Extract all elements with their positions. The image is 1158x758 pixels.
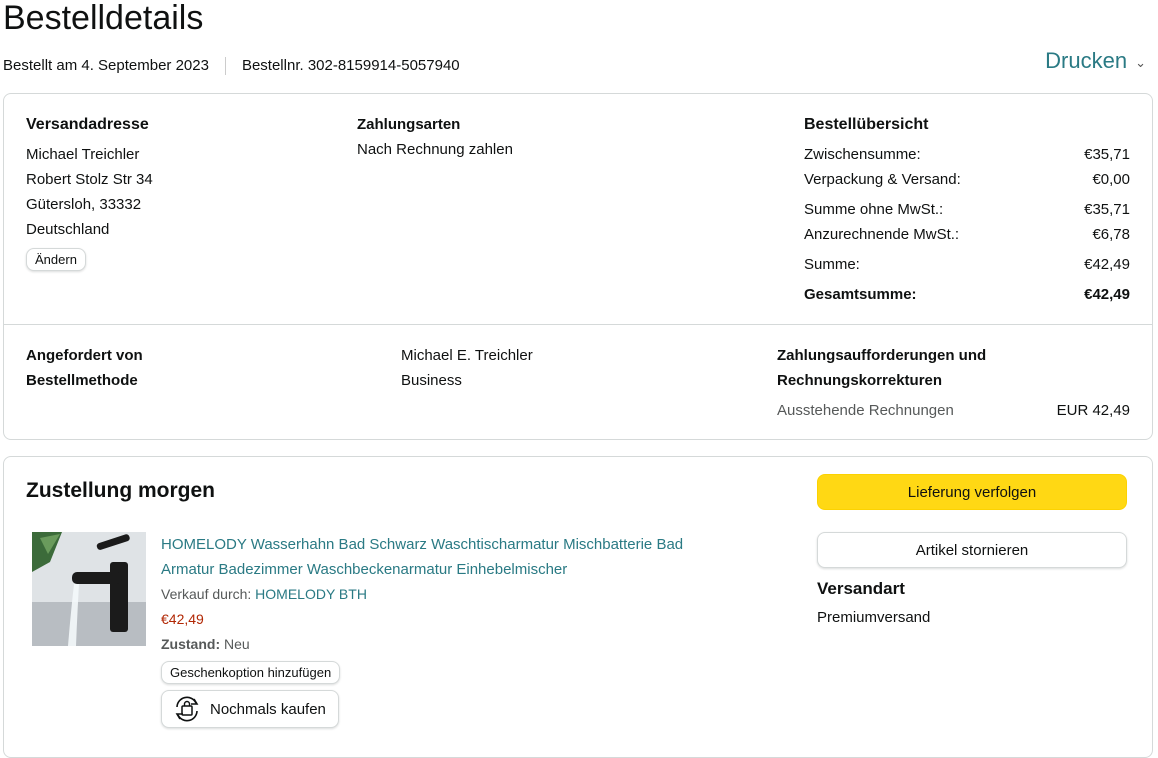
summary-value: €42,49: [1084, 286, 1130, 303]
shipping-address-section: Versandadresse Michael Treichler Robert …: [26, 112, 153, 271]
order-number: Bestellnr. 302-8159914-5057940: [241, 57, 460, 74]
address-line-name: Michael Treichler: [26, 146, 140, 163]
outstanding-value: EUR 42,49: [1056, 402, 1130, 419]
sold-by: Verkauf durch: HOMELODY BTH: [161, 582, 761, 607]
page-title: Bestelldetails: [3, 0, 204, 37]
section-divider: [4, 324, 1152, 325]
buy-again-icon: [175, 696, 199, 722]
summary-row-total: Gesamtsumme: €42,49: [804, 282, 1130, 307]
shipping-type-heading: Versandart: [817, 579, 905, 598]
payment-method: Nach Rechnung zahlen: [357, 141, 513, 158]
order-meta: Bestellt am 4. September 2023 Bestellnr.…: [3, 56, 460, 76]
seller-link[interactable]: HOMELODY BTH: [255, 586, 367, 602]
order-date: Bestellt am 4. September 2023: [3, 57, 209, 74]
print-button[interactable]: Drucken ⌄: [1045, 48, 1146, 74]
print-label: Drucken: [1045, 48, 1128, 73]
address-line-street: Robert Stolz Str 34: [26, 171, 153, 188]
outstanding-label: Ausstehende Rechnungen: [777, 402, 954, 419]
condition: Zustand: Neu: [161, 632, 761, 657]
payment-requests-section: Zahlungsaufforderungen und Rechnungskorr…: [777, 343, 1130, 423]
gift-option-button[interactable]: Geschenkoption hinzufügen: [161, 661, 341, 684]
summary-label: Zwischensumme:: [804, 146, 921, 163]
condition-label: Zustand:: [161, 636, 221, 652]
delivery-actions: Lieferung verfolgen Artikel stornieren V…: [817, 474, 1129, 630]
order-method-value: Business: [401, 372, 462, 389]
payment-requests-heading: Zahlungsaufforderungen und: [777, 347, 987, 364]
change-address-button[interactable]: Ändern: [26, 248, 86, 271]
payment-section: Zahlungsarten Nach Rechnung zahlen: [357, 112, 513, 162]
order-info-card: Versandadresse Michael Treichler Robert …: [3, 93, 1153, 440]
condition-value: Neu: [224, 636, 250, 652]
product-image[interactable]: [32, 532, 146, 646]
sold-by-label: Verkauf durch:: [161, 586, 252, 602]
shipping-type-value: Premiumversand: [817, 609, 931, 626]
buy-again-button[interactable]: Nochmals kaufen: [161, 690, 339, 728]
requested-by-value: Michael E. Treichler: [401, 347, 533, 364]
address-line-city: Gütersloh, 33332: [26, 196, 142, 213]
summary-row-net: Summe ohne MwSt.: €35,71: [804, 197, 1130, 222]
address-line-country: Deutschland: [26, 221, 110, 238]
requested-by-values: Michael E. Treichler Business: [401, 343, 533, 393]
buy-again-label: Nochmals kaufen: [210, 700, 326, 718]
chevron-down-icon: ⌄: [1135, 55, 1146, 70]
summary-value: €35,71: [1084, 146, 1130, 163]
cancel-item-button[interactable]: Artikel stornieren: [817, 532, 1127, 568]
summary-label: Summe ohne MwSt.:: [804, 201, 944, 218]
product-info: HOMELODY Wasserhahn Bad Schwarz Waschtis…: [161, 532, 761, 728]
product-title-link[interactable]: HOMELODY Wasserhahn Bad Schwarz Waschtis…: [161, 532, 761, 557]
delivery-heading: Zustellung morgen: [26, 479, 215, 502]
summary-label: Gesamtsumme:: [804, 286, 917, 303]
product-title-link-2[interactable]: Armatur Badezimmer Waschbeckenarmatur Ei…: [161, 557, 761, 582]
requested-by-labels: Angefordert von Bestellmethode: [26, 343, 143, 393]
shipping-heading: Versandadresse: [26, 116, 149, 133]
summary-label: Anzurechnende MwSt.:: [804, 226, 960, 243]
meta-divider: [224, 57, 226, 75]
order-method-label: Bestellmethode: [26, 372, 138, 389]
order-summary-section: Bestellübersicht Zwischensumme: €35,71 V…: [804, 112, 1130, 307]
product-price: €42,49: [161, 611, 204, 627]
faucet-image: [32, 532, 146, 646]
payment-heading: Zahlungsarten: [357, 116, 461, 133]
payment-requests-heading-2: Rechnungskorrekturen: [777, 372, 943, 389]
summary-value: €0,00: [1092, 171, 1130, 188]
summary-value: €35,71: [1084, 201, 1130, 218]
summary-label: Summe:: [804, 256, 860, 273]
delivery-card: Zustellung morgen HOMELODY Wasserhahn Ba…: [3, 456, 1153, 758]
outstanding-invoices-row: Ausstehende Rechnungen EUR 42,49: [777, 398, 1130, 423]
summary-row-vat: Anzurechnende MwSt.: €6,78: [804, 222, 1130, 247]
requested-by-label: Angefordert von: [26, 347, 143, 364]
summary-row-subtotal: Zwischensumme: €35,71: [804, 142, 1130, 167]
summary-row-sum: Summe: €42,49: [804, 252, 1130, 277]
summary-value: €6,78: [1092, 226, 1130, 243]
summary-value: €42,49: [1084, 256, 1130, 273]
summary-label: Verpackung & Versand:: [804, 171, 961, 188]
track-delivery-button[interactable]: Lieferung verfolgen: [817, 474, 1127, 510]
summary-row-shipping: Verpackung & Versand: €0,00: [804, 167, 1130, 192]
summary-heading: Bestellübersicht: [804, 116, 929, 133]
